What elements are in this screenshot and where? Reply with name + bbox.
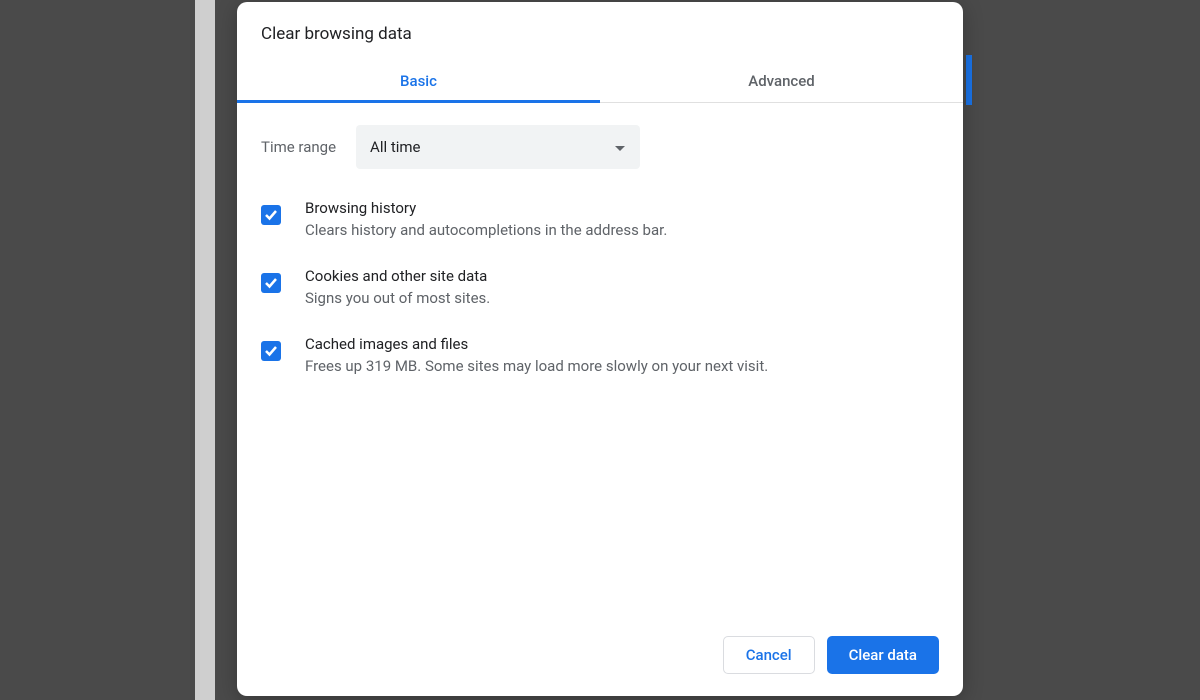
tab-basic[interactable]: Basic [237,58,600,102]
dialog-body: Time range All time Browsing history Cle… [237,103,963,618]
timerange-value: All time [370,138,420,156]
backdrop-accent [966,55,972,105]
checkbox-cached[interactable] [261,341,281,361]
tab-advanced[interactable]: Advanced [600,58,963,102]
dialog-footer: Cancel Clear data [237,618,963,696]
clear-data-button[interactable]: Clear data [827,636,939,674]
dialog-title: Clear browsing data [237,2,963,58]
option-cookies: Cookies and other site data Signs you ou… [261,267,939,307]
cancel-button[interactable]: Cancel [723,636,815,674]
timerange-label: Time range [261,138,336,156]
chevron-down-icon [614,138,626,157]
option-desc: Clears history and autocompletions in th… [305,221,939,239]
option-cached: Cached images and files Frees up 319 MB.… [261,335,939,375]
option-text: Cached images and files Frees up 319 MB.… [305,335,939,375]
option-title: Cached images and files [305,335,939,353]
timerange-select[interactable]: All time [356,125,640,169]
option-desc: Signs you out of most sites. [305,289,939,307]
tabs: Basic Advanced [237,58,963,103]
option-desc: Frees up 319 MB. Some sites may load mor… [305,357,939,375]
timerange-row: Time range All time [261,125,939,169]
option-text: Cookies and other site data Signs you ou… [305,267,939,307]
option-text: Browsing history Clears history and auto… [305,199,939,239]
checkbox-cookies[interactable] [261,273,281,293]
clear-browsing-data-dialog: Clear browsing data Basic Advanced Time … [237,2,963,696]
checkbox-browsing-history[interactable] [261,205,281,225]
option-title: Cookies and other site data [305,267,939,285]
option-title: Browsing history [305,199,939,217]
option-browsing-history: Browsing history Clears history and auto… [261,199,939,239]
backdrop-strip [195,0,215,700]
